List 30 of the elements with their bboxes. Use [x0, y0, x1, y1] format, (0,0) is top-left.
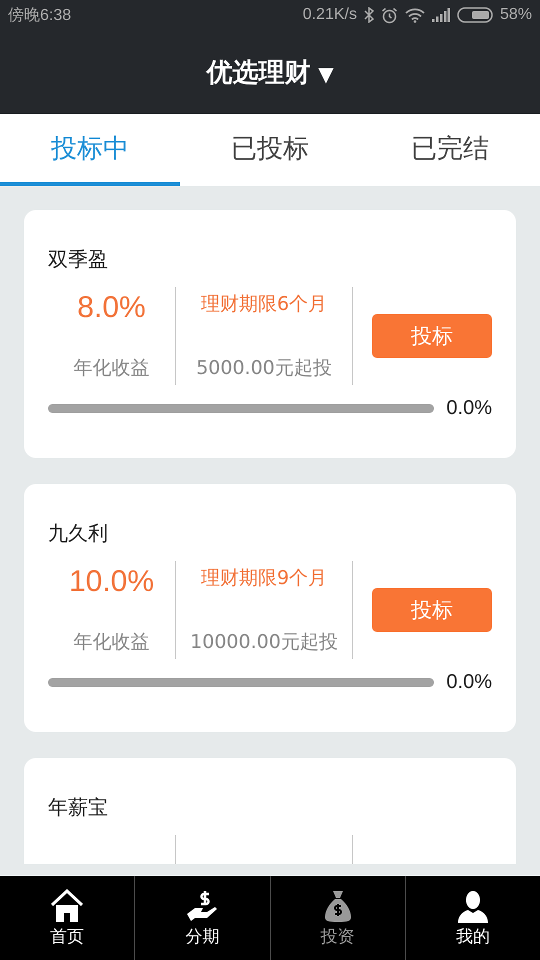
product-name: 双季盈 — [48, 246, 109, 273]
rate-label: 年化收益 — [74, 630, 150, 655]
battery-icon — [456, 7, 493, 23]
alarm-icon — [380, 6, 398, 24]
status-time: 傍晚6:38 — [8, 6, 72, 26]
wifi-icon — [404, 8, 425, 22]
product-name: 年薪宝 — [48, 794, 109, 821]
nav-item[interactable]: 投资 — [270, 876, 405, 960]
network-speed: 0.21K/s — [302, 6, 357, 24]
term-label: 理财期限9个月 — [200, 566, 328, 591]
hand-coin-icon — [185, 888, 220, 922]
person-icon — [456, 888, 490, 922]
product-name: 九久利 — [48, 520, 109, 547]
caret-icon[interactable]: ▼ — [318, 62, 334, 86]
term-label: 理财期限6个月 — [200, 292, 328, 317]
bluetooth-icon — [364, 7, 374, 23]
nav-item[interactable]: 首页 — [0, 876, 134, 960]
battery-percent: 58% — [500, 6, 532, 24]
nav-item[interactable]: 我的 — [404, 876, 540, 960]
house-icon — [50, 888, 84, 922]
annual-rate: 10.0% — [68, 565, 154, 599]
rate-label: 年化收益 — [74, 356, 150, 381]
minimum-amount: 5000.00元起投 — [196, 356, 332, 381]
page-title[interactable]: 优选理财 — [206, 54, 310, 90]
nav-item[interactable]: 分期 — [134, 876, 270, 960]
minimum-amount: 10000.00元起投 — [190, 630, 338, 655]
progress-percent: 0.0% — [446, 397, 492, 420]
signal-icon — [432, 8, 450, 22]
annual-rate: 8.0% — [77, 291, 146, 325]
progress-percent: 0.0% — [446, 671, 492, 694]
